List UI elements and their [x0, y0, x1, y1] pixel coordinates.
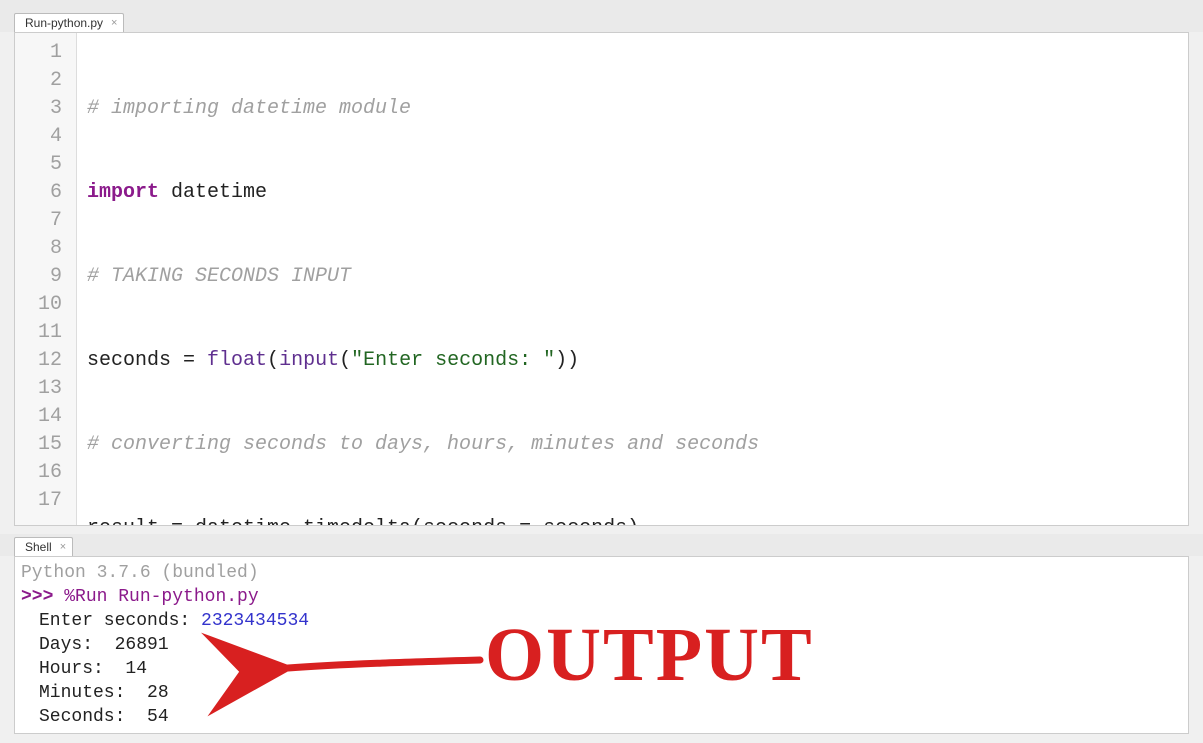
tab-label: Run-python.py: [25, 16, 103, 30]
shell-output-line: Enter seconds: 2323434534: [21, 609, 1182, 633]
line-number: 7: [15, 207, 76, 235]
close-icon[interactable]: ×: [58, 541, 68, 553]
shell-output-line: Hours: 14: [21, 657, 1182, 681]
line-number-gutter: 1 2 3 4 5 6 7 8 9 10 11 12 13 14 15 16 1…: [15, 33, 77, 525]
line-number: 3: [15, 95, 76, 123]
line-number: 8: [15, 235, 76, 263]
line-number: 15: [15, 431, 76, 459]
code-editor[interactable]: 1 2 3 4 5 6 7 8 9 10 11 12 13 14 15 16 1…: [14, 32, 1189, 526]
line-number: 14: [15, 403, 76, 431]
line-number: 1: [15, 39, 76, 67]
line-number: 12: [15, 347, 76, 375]
line-number: 2: [15, 67, 76, 95]
line-number: 6: [15, 179, 76, 207]
shell-tab-bar: Shell ×: [0, 534, 1203, 556]
line-number: 11: [15, 319, 76, 347]
shell-output-line: Seconds: 54: [21, 705, 1182, 729]
tab-label: Shell: [25, 540, 52, 554]
code-line: # TAKING SECONDS INPUT: [87, 263, 1188, 291]
code-line: # importing datetime module: [87, 95, 1188, 123]
line-number: 13: [15, 375, 76, 403]
shell-run-line: >>> %Run Run-python.py: [21, 585, 1182, 609]
shell-panel[interactable]: Python 3.7.6 (bundled) >>> %Run Run-pyth…: [14, 556, 1189, 734]
line-number: 17: [15, 487, 76, 515]
line-number: 4: [15, 123, 76, 151]
line-number: 10: [15, 291, 76, 319]
code-line: result = datetime.timedelta(seconds = se…: [87, 515, 1188, 526]
line-number: 9: [15, 263, 76, 291]
window-top-bar: [0, 0, 1203, 10]
code-line: # converting seconds to days, hours, min…: [87, 431, 1188, 459]
shell-output-line: Minutes: 28: [21, 681, 1182, 705]
line-number: 5: [15, 151, 76, 179]
shell-tab[interactable]: Shell ×: [14, 537, 73, 556]
editor-tab-bar: Run-python.py ×: [0, 10, 1203, 32]
close-icon[interactable]: ×: [109, 17, 119, 29]
shell-output-line: Days: 26891: [21, 633, 1182, 657]
code-line: seconds = float(input("Enter seconds: ")…: [87, 347, 1188, 375]
shell-version: Python 3.7.6 (bundled): [21, 561, 1182, 585]
line-number: 16: [15, 459, 76, 487]
code-content[interactable]: # importing datetime module import datet…: [77, 33, 1188, 525]
code-line: import datetime: [87, 179, 1188, 207]
editor-tab-run-python[interactable]: Run-python.py ×: [14, 13, 124, 32]
